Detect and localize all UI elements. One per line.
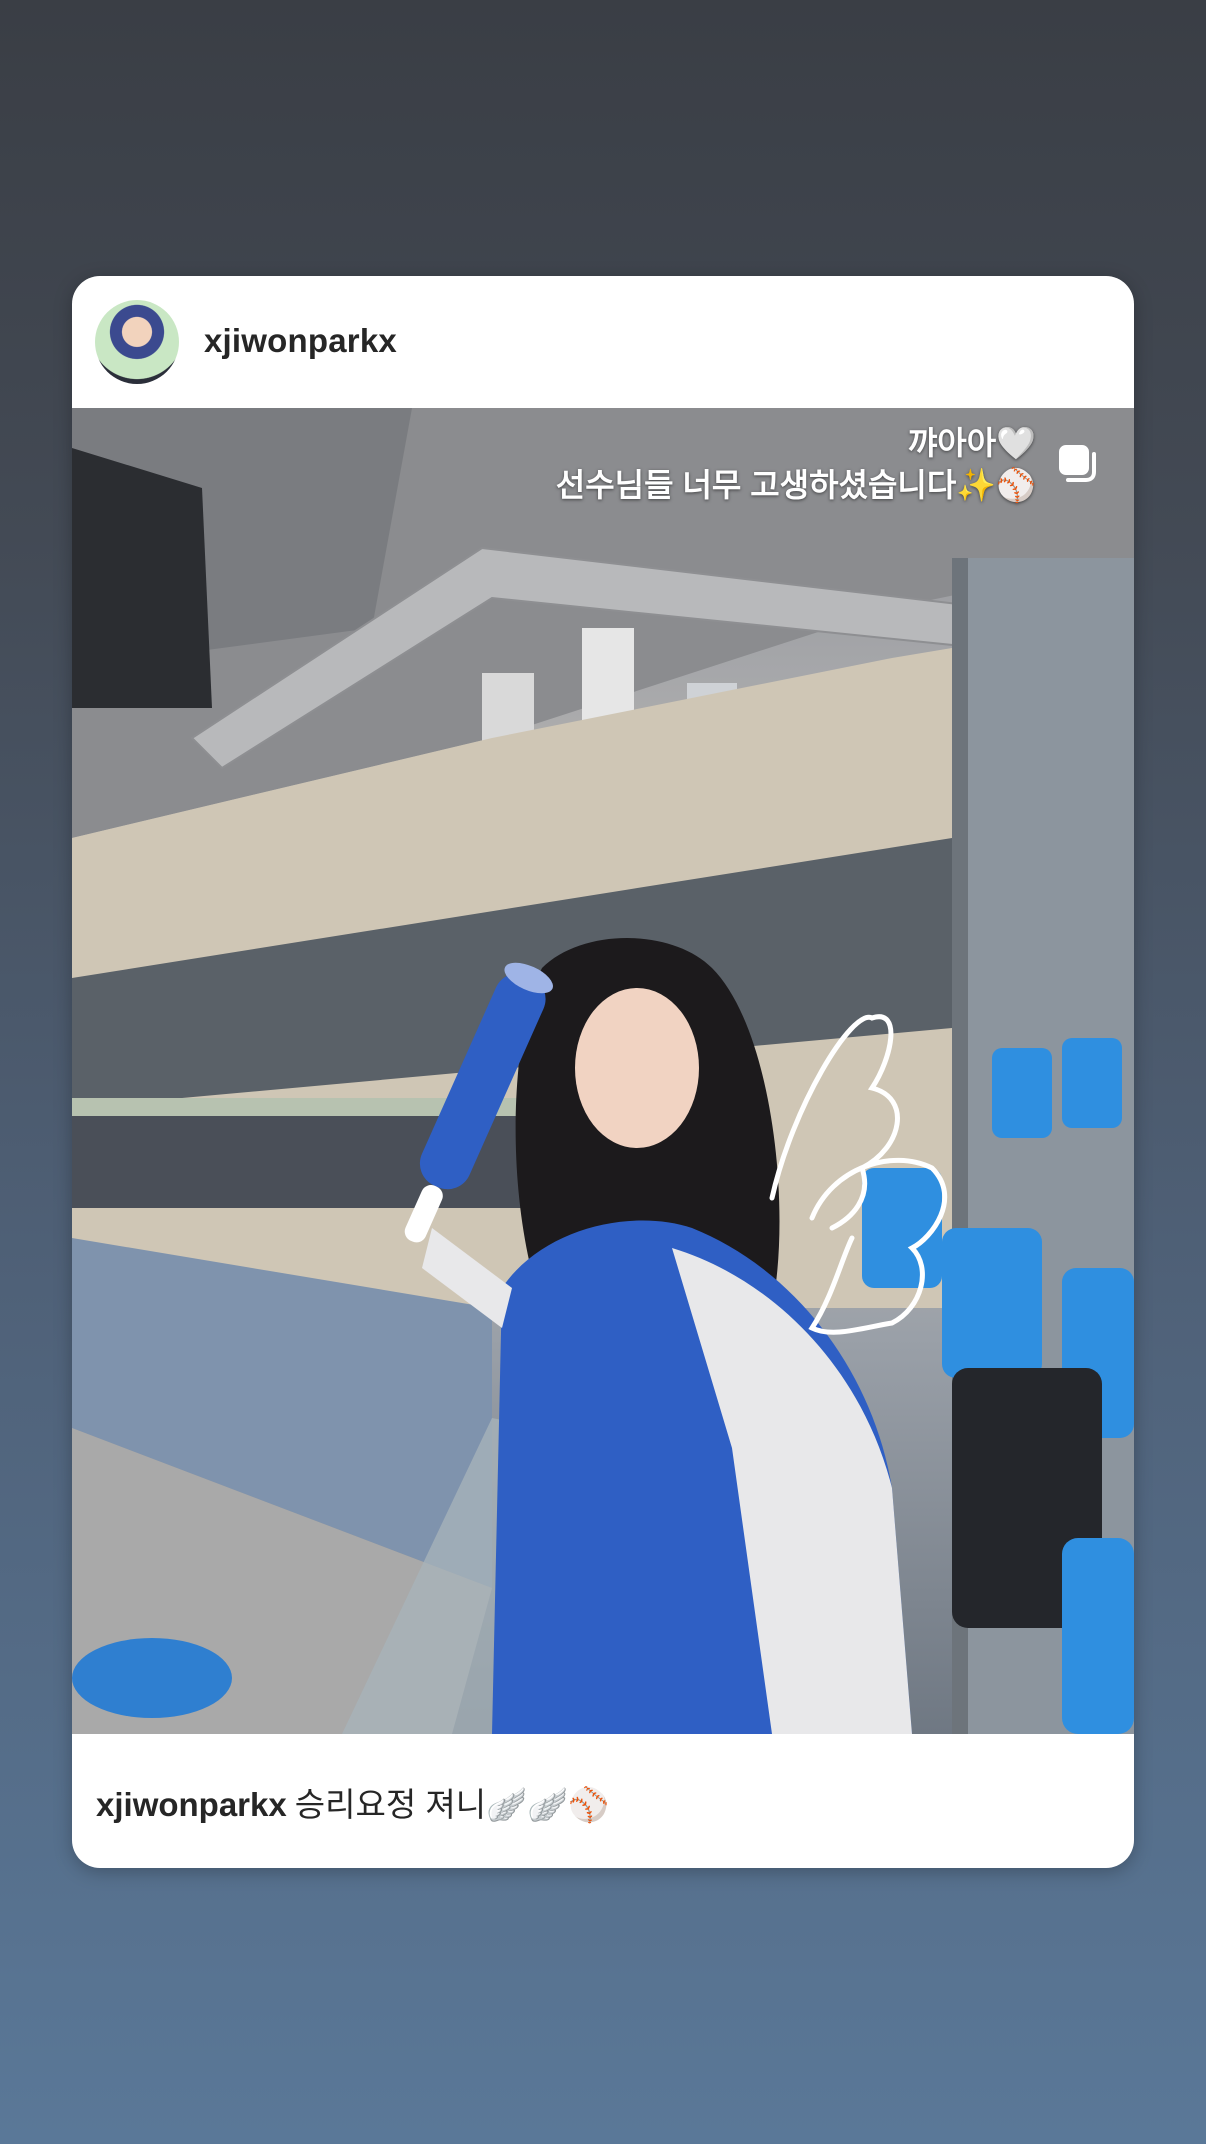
- post-photo[interactable]: 꺄아아🤍 선수님들 너무 고생하셨습니다✨⚾: [72, 408, 1134, 1734]
- seats-lower-left: [72, 1638, 232, 1718]
- person-face: [575, 988, 699, 1148]
- caption-text: 승리요정 져니🪽🪽⚾: [294, 1786, 610, 1823]
- overlay-text-line1: 꺄아아🤍: [907, 425, 1036, 461]
- speaker: [72, 448, 212, 708]
- caption-username[interactable]: xjiwonparkx: [96, 1786, 287, 1823]
- post-header: xjiwonparkx: [72, 276, 1134, 408]
- story-post-card[interactable]: xjiwonparkx 꺄아아🤍 선수님들 너무 고생하셨습니다✨⚾ xjiwo…: [72, 276, 1134, 1868]
- header-username[interactable]: xjiwonparkx: [204, 322, 397, 360]
- post-footer: xjiwonparkx 승리요정 져니🪽🪽⚾: [72, 1734, 1134, 1868]
- avatar[interactable]: [95, 300, 179, 384]
- copy-icon[interactable]: [1056, 442, 1100, 486]
- caption: xjiwonparkx 승리요정 져니🪽🪽⚾: [96, 1778, 609, 1826]
- stadium-photo-illustration: [72, 408, 1134, 1734]
- overlay-text-line2: 선수님들 너무 고생하셨습니다✨⚾: [555, 467, 1036, 503]
